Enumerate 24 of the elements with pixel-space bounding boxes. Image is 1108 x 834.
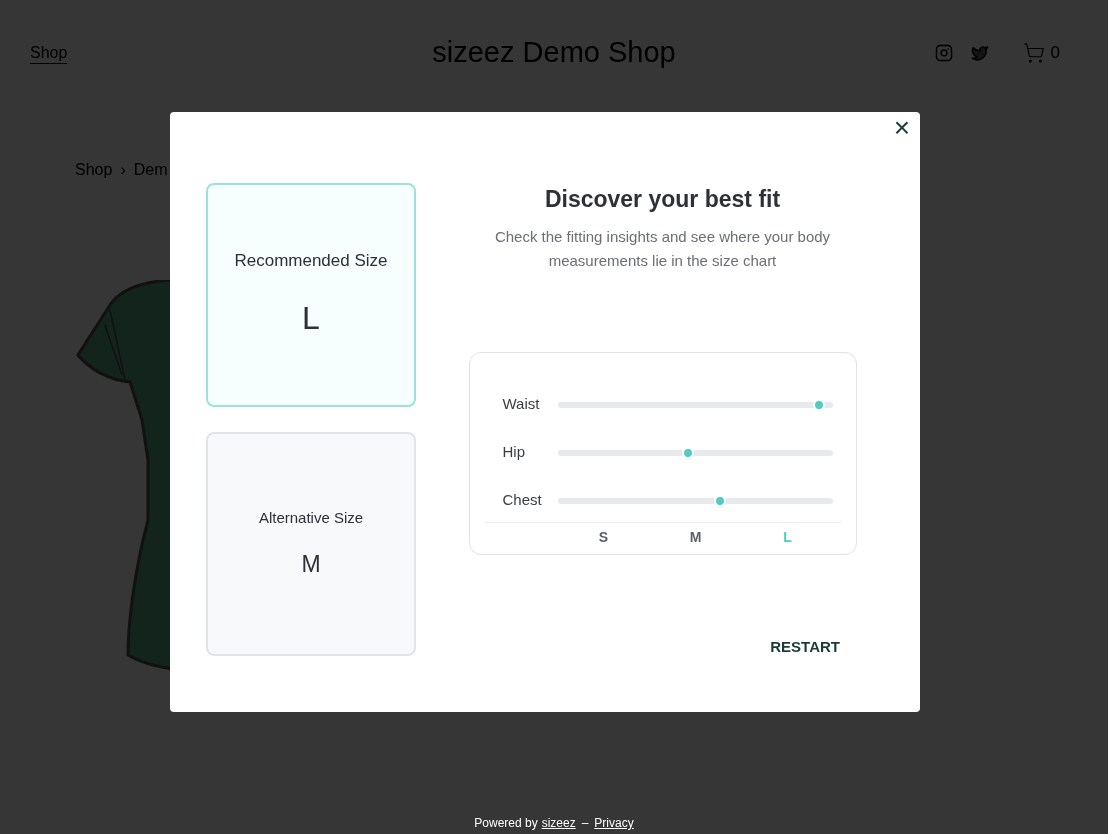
restart-button[interactable]: RESTART — [764, 632, 846, 663]
size-label: Recommended Size — [234, 250, 388, 273]
size-card[interactable]: Recommended Size L — [206, 183, 416, 407]
breadcrumb-separator: › — [120, 160, 126, 180]
footer-separator: – — [581, 815, 589, 832]
size-scale-label: S — [597, 527, 610, 547]
size-scale-label: M — [688, 527, 703, 547]
measurement-label: Chest — [501, 490, 543, 511]
twitter-icon[interactable] — [970, 44, 989, 62]
privacy-link[interactable]: Privacy — [594, 814, 634, 832]
cart-icon[interactable] — [1022, 42, 1045, 64]
powered-by-text: Powered by — [474, 815, 538, 832]
instagram-icon[interactable] — [934, 44, 953, 62]
size-card[interactable]: Alternative Size M — [206, 432, 416, 656]
close-button[interactable]: × — [892, 118, 912, 138]
measurement-label: Waist — [501, 394, 541, 415]
size-value: L — [302, 298, 320, 338]
size-label: Alternative Size — [258, 507, 364, 528]
modal-subtitle: Check the fitting insights and see where your body measurements lie in the size chart — [493, 226, 832, 271]
modal-title: Discover your best fit — [544, 185, 781, 214]
size-value: M — [301, 550, 321, 579]
measurement-label: Hip — [501, 442, 526, 463]
size-scale-label: L — [782, 527, 793, 547]
brand-link[interactable]: sizeez — [541, 814, 576, 832]
